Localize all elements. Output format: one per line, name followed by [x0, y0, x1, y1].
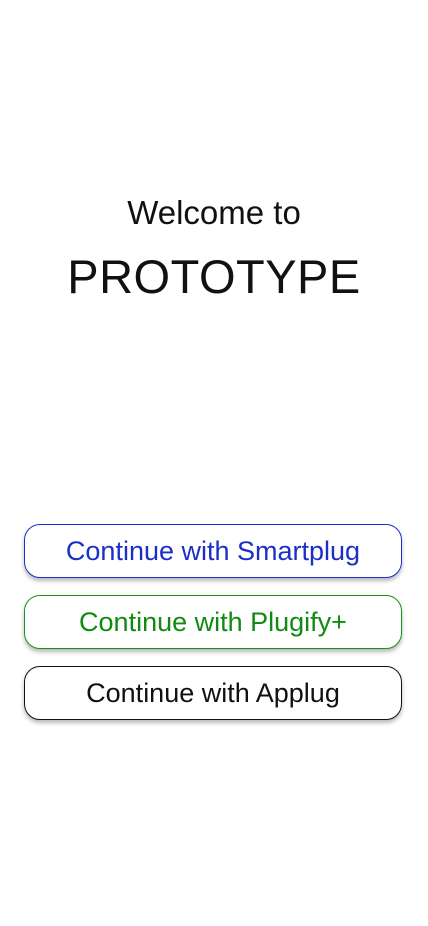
- continue-with-plugify-label: Continue with Plugify+: [79, 607, 347, 637]
- continue-with-smartplug-button[interactable]: Continue with Smartplug: [24, 524, 402, 578]
- welcome-screen: Welcome to PROTOTYPE Continue with Smart…: [0, 0, 428, 926]
- welcome-text: Welcome to: [127, 194, 301, 231]
- continue-with-applug-label: Continue with Applug: [86, 678, 340, 708]
- continue-with-applug-button[interactable]: Continue with Applug: [24, 666, 402, 720]
- app-title: PROTOTYPE: [67, 250, 361, 303]
- continue-with-plugify-button[interactable]: Continue with Plugify+: [24, 595, 402, 649]
- continue-with-smartplug-label: Continue with Smartplug: [65, 536, 361, 566]
